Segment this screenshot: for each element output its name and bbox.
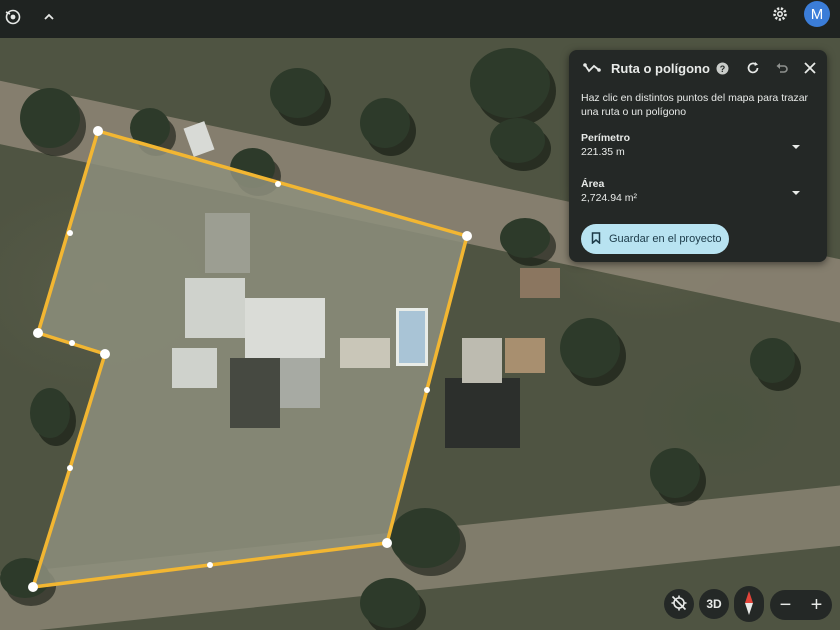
polygon-midpoint[interactable]	[67, 465, 73, 471]
building-shadow	[230, 358, 280, 428]
refresh-icon[interactable]	[745, 60, 761, 76]
polygon-midpoint[interactable]	[424, 387, 430, 393]
compass-button[interactable]	[734, 586, 764, 622]
outbuilding	[445, 378, 520, 448]
zoom-in-button[interactable]: +	[811, 594, 823, 617]
gear-icon[interactable]	[768, 2, 792, 26]
instructions-text: Haz clic en distintos puntos del mapa pa…	[581, 92, 809, 118]
compass-needle-icon	[742, 590, 756, 619]
zoom-out-button[interactable]: −	[780, 594, 792, 617]
disable-location-button[interactable]	[664, 589, 694, 619]
polygon-midpoint[interactable]	[207, 562, 213, 568]
polygon-midpoint[interactable]	[69, 340, 75, 346]
panel-title: Ruta o polígono	[611, 61, 710, 76]
polygon-vertex[interactable]	[382, 538, 392, 548]
patio	[340, 338, 390, 368]
dirt-pile	[520, 268, 560, 298]
compass-logo-icon[interactable]	[2, 6, 24, 28]
account-avatar[interactable]: M	[804, 1, 830, 27]
outbuilding-roof	[462, 338, 502, 383]
close-icon[interactable]	[802, 60, 818, 76]
bookmark-icon	[591, 231, 601, 247]
polygon-vertex[interactable]	[28, 582, 38, 592]
area-value: 2,724.94 m²	[581, 192, 638, 204]
route-icon	[583, 60, 601, 76]
save-button-label: Guardar en el proyecto	[609, 233, 722, 245]
perimeter-expand-icon[interactable]	[791, 139, 801, 149]
building-roof	[280, 358, 320, 408]
polygon-vertex[interactable]	[100, 349, 110, 359]
building-roof	[185, 278, 245, 338]
measure-panel: Ruta o polígono ? Haz clic en distintos …	[569, 50, 827, 262]
chevron-up-icon[interactable]	[38, 6, 60, 28]
view-3d-button[interactable]: 3D	[699, 589, 729, 619]
perimeter-value: 221.35 m	[581, 146, 625, 158]
undo-icon[interactable]	[774, 60, 790, 76]
area-label: Área	[581, 178, 605, 190]
location-off-icon	[670, 594, 688, 615]
swimming-pool	[396, 308, 428, 366]
svg-text:?: ?	[719, 64, 725, 74]
shed-roof	[205, 213, 250, 273]
building-roof	[172, 348, 217, 388]
perimeter-label: Perímetro	[581, 132, 631, 144]
polygon-midpoint[interactable]	[67, 230, 73, 236]
polygon-vertex[interactable]	[93, 126, 103, 136]
dirt-pile	[505, 338, 545, 373]
polygon-vertex[interactable]	[33, 328, 43, 338]
polygon-midpoint[interactable]	[275, 181, 281, 187]
panel-header: Ruta o polígono ?	[569, 50, 827, 86]
help-icon[interactable]: ?	[714, 60, 730, 76]
top-bar: M	[0, 0, 840, 38]
save-to-project-button[interactable]: Guardar en el proyecto	[581, 224, 729, 254]
polygon-vertex[interactable]	[462, 231, 472, 241]
area-expand-icon[interactable]	[791, 185, 801, 195]
building-roof	[245, 298, 325, 358]
zoom-controls: − +	[770, 590, 832, 620]
